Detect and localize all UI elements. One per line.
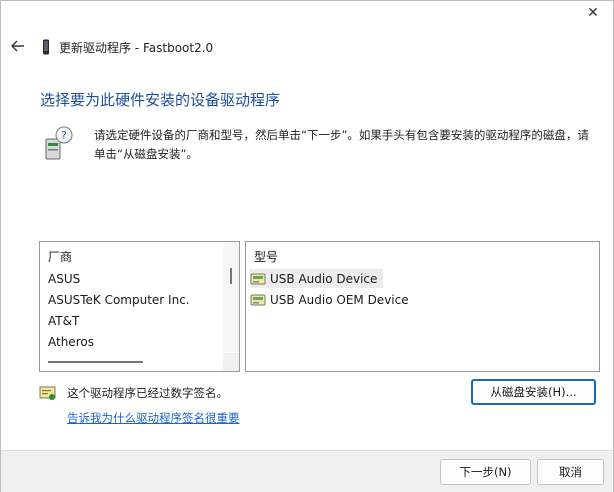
back-arrow-icon[interactable] xyxy=(10,38,26,54)
model-item-label: USB Audio OEM Device xyxy=(270,292,409,307)
model-header: 型号 xyxy=(254,250,279,264)
scrollbar-corner xyxy=(223,353,239,371)
instruction-text: 请选定硬件设备的厂商和型号，然后单击“下一步”。如果手头有包含要安装的驱动程序的… xyxy=(94,128,589,161)
window-title: 更新驱动程序 - Fastboot2.0 xyxy=(59,41,214,55)
model-item-label: USB Audio Device xyxy=(270,271,378,286)
signature-status: 这个驱动程序已经过数字签名。 xyxy=(67,386,228,400)
next-button[interactable]: 下一步(N) xyxy=(440,459,531,485)
model-item-selected[interactable]: USB Audio Device xyxy=(250,269,384,288)
scrollbar-thumb[interactable] xyxy=(48,361,143,363)
manufacturer-list[interactable]: 厂商 ASUS ASUSTeK Computer Inc. AT&T Ather… xyxy=(39,241,240,372)
certificate-icon xyxy=(39,386,56,400)
cancel-button[interactable]: 取消 xyxy=(537,459,604,485)
list-item[interactable]: Atheros xyxy=(48,335,94,349)
signature-info-link[interactable]: 告诉我为什么驱动程序签名很重要 xyxy=(67,410,240,426)
manufacturer-header: 厂商 xyxy=(48,250,73,264)
svg-text:?: ? xyxy=(61,129,67,142)
page-heading: 选择要为此硬件安装的设备驱动程序 xyxy=(40,91,281,109)
list-item[interactable]: ASUS xyxy=(48,272,80,286)
have-disk-button[interactable]: 从磁盘安装(H)... xyxy=(471,379,596,405)
question-computer-icon: ? xyxy=(45,126,73,160)
horizontal-scrollbar[interactable] xyxy=(40,353,223,371)
model-item[interactable]: USB Audio OEM Device xyxy=(250,290,409,309)
scrollbar-thumb[interactable] xyxy=(230,268,232,284)
update-driver-window: ✕ 更新驱动程序 - Fastboot2.0 选择要为此硬件安装的设备驱动程序 … xyxy=(0,0,614,492)
list-item[interactable]: AT&T xyxy=(48,314,79,328)
device-icon xyxy=(43,39,49,55)
vertical-scrollbar[interactable] xyxy=(223,242,239,352)
driver-icon xyxy=(250,294,266,305)
driver-icon xyxy=(250,273,266,284)
list-item[interactable]: ASUSTeK Computer Inc. xyxy=(48,293,190,307)
model-list[interactable]: 型号 USB Audio Device USB Audio OEM Device xyxy=(245,241,600,372)
close-button[interactable]: ✕ xyxy=(581,3,605,23)
